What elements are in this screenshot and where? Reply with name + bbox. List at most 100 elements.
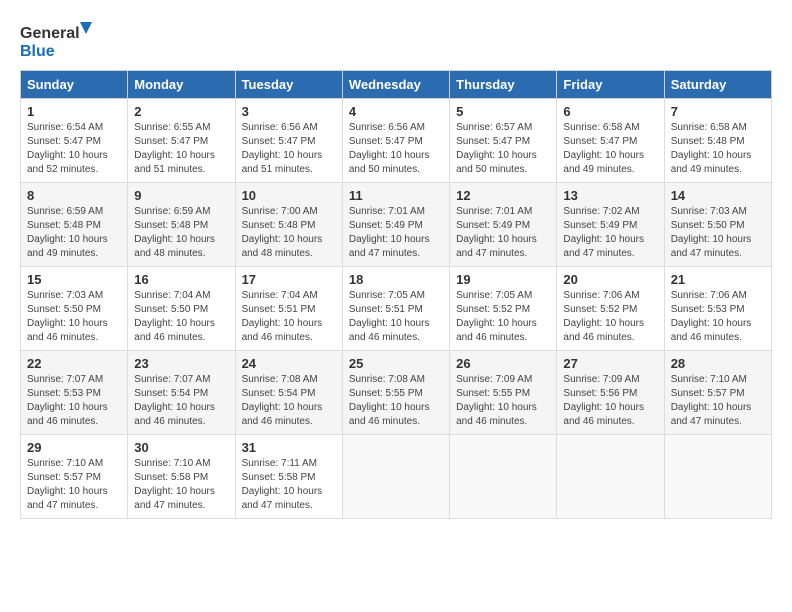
week-row-4: 22Sunrise: 7:07 AM Sunset: 5:53 PM Dayli… <box>21 351 772 435</box>
cell-content: Sunrise: 7:10 AM Sunset: 5:58 PM Dayligh… <box>134 457 228 513</box>
weekday-header-wednesday: Wednesday <box>342 71 449 99</box>
cell-content: Sunrise: 7:01 AM Sunset: 5:49 PM Dayligh… <box>456 205 550 261</box>
week-row-2: 8 Sunrise: 6:59 AM Sunset: 5:48 PM Daylig… <box>21 183 772 267</box>
cell-content: Sunrise: 7:07 AM Sunset: 5:53 PM Dayligh… <box>27 373 121 429</box>
day-number: 16 <box>134 272 228 287</box>
week-row-5: 29 Sunrise: 7:10 AM Sunset: 5:57 PM Dayli… <box>21 435 772 519</box>
calendar-cell: 17 Sunrise: 7:04 AM Sunset: 5:51 PM Dayli… <box>235 267 342 351</box>
day-number: 26 <box>456 356 550 371</box>
day-number: 31 <box>242 440 336 455</box>
day-number: 24 <box>242 356 336 371</box>
cell-content: Sunrise: 7:05 AM Sunset: 5:52 PM Dayligh… <box>456 289 550 345</box>
day-number: 2 <box>134 104 228 119</box>
calendar-cell: 13 Sunrise: 7:02 AM Sunset: 5:49 PM Dayli… <box>557 183 664 267</box>
weekday-header-friday: Friday <box>557 71 664 99</box>
calendar-cell: 16 Sunrise: 7:04 AM Sunset: 5:50 PM Dayli… <box>128 267 235 351</box>
day-number: 27 <box>563 356 657 371</box>
day-number: 21 <box>671 272 765 287</box>
day-number: 18 <box>349 272 443 287</box>
calendar-cell: 28 Sunrise: 7:10 AM Sunset: 5:57 PM Dayli… <box>664 351 771 435</box>
day-number: 4 <box>349 104 443 119</box>
calendar-cell: 26 Sunrise: 7:09 AM Sunset: 5:55 PM Dayli… <box>450 351 557 435</box>
day-number: 10 <box>242 188 336 203</box>
weekday-header-saturday: Saturday <box>664 71 771 99</box>
calendar-cell <box>342 435 449 519</box>
cell-content: Sunrise: 6:59 AM Sunset: 5:48 PM Dayligh… <box>27 205 121 261</box>
cell-content: Sunrise: 6:58 AM Sunset: 5:47 PM Dayligh… <box>563 121 657 177</box>
calendar-cell: 8 Sunrise: 6:59 AM Sunset: 5:48 PM Daylig… <box>21 183 128 267</box>
cell-content: Sunrise: 6:54 AM Sunset: 5:47 PM Dayligh… <box>27 121 121 177</box>
cell-content: Sunrise: 7:10 AM Sunset: 5:57 PM Dayligh… <box>27 457 121 513</box>
day-number: 6 <box>563 104 657 119</box>
week-row-3: 15 Sunrise: 7:03 AM Sunset: 5:50 PM Dayli… <box>21 267 772 351</box>
calendar-cell: 25 Sunrise: 7:08 AM Sunset: 5:55 PM Dayli… <box>342 351 449 435</box>
day-number: 12 <box>456 188 550 203</box>
day-number: 28 <box>671 356 765 371</box>
cell-content: Sunrise: 6:57 AM Sunset: 5:47 PM Dayligh… <box>456 121 550 177</box>
weekday-header-sunday: Sunday <box>21 71 128 99</box>
calendar-cell: 19 Sunrise: 7:05 AM Sunset: 5:52 PM Dayli… <box>450 267 557 351</box>
cell-content: Sunrise: 7:11 AM Sunset: 5:58 PM Dayligh… <box>242 457 336 513</box>
cell-content: Sunrise: 7:02 AM Sunset: 5:49 PM Dayligh… <box>563 205 657 261</box>
cell-content: Sunrise: 6:56 AM Sunset: 5:47 PM Dayligh… <box>349 121 443 177</box>
calendar-cell: 24Sunrise: 7:08 AM Sunset: 5:54 PM Dayli… <box>235 351 342 435</box>
cell-content: Sunrise: 7:07 AM Sunset: 5:54 PM Dayligh… <box>134 373 228 429</box>
calendar-cell: 18Sunrise: 7:05 AM Sunset: 5:51 PM Dayli… <box>342 267 449 351</box>
day-number: 25 <box>349 356 443 371</box>
calendar-cell: 11Sunrise: 7:01 AM Sunset: 5:49 PM Dayli… <box>342 183 449 267</box>
weekday-header-monday: Monday <box>128 71 235 99</box>
day-number: 30 <box>134 440 228 455</box>
cell-content: Sunrise: 7:04 AM Sunset: 5:50 PM Dayligh… <box>134 289 228 345</box>
logo: GeneralBlue <box>20 20 100 60</box>
cell-content: Sunrise: 7:00 AM Sunset: 5:48 PM Dayligh… <box>242 205 336 261</box>
svg-text:Blue: Blue <box>20 43 55 60</box>
week-row-1: 1 Sunrise: 6:54 AM Sunset: 5:47 PM Daylig… <box>21 99 772 183</box>
day-number: 17 <box>242 272 336 287</box>
cell-content: Sunrise: 7:03 AM Sunset: 5:50 PM Dayligh… <box>27 289 121 345</box>
calendar-cell: 6 Sunrise: 6:58 AM Sunset: 5:47 PM Daylig… <box>557 99 664 183</box>
day-number: 15 <box>27 272 121 287</box>
cell-content: Sunrise: 7:10 AM Sunset: 5:57 PM Dayligh… <box>671 373 765 429</box>
cell-content: Sunrise: 6:58 AM Sunset: 5:48 PM Dayligh… <box>671 121 765 177</box>
calendar-cell <box>557 435 664 519</box>
calendar-table: SundayMondayTuesdayWednesdayThursdayFrid… <box>20 70 772 519</box>
cell-content: Sunrise: 7:09 AM Sunset: 5:55 PM Dayligh… <box>456 373 550 429</box>
calendar-cell: 2 Sunrise: 6:55 AM Sunset: 5:47 PM Daylig… <box>128 99 235 183</box>
calendar-cell: 30 Sunrise: 7:10 AM Sunset: 5:58 PM Dayli… <box>128 435 235 519</box>
day-number: 14 <box>671 188 765 203</box>
cell-content: Sunrise: 7:08 AM Sunset: 5:55 PM Dayligh… <box>349 373 443 429</box>
calendar-cell: 29 Sunrise: 7:10 AM Sunset: 5:57 PM Dayli… <box>21 435 128 519</box>
day-number: 23 <box>134 356 228 371</box>
cell-content: Sunrise: 6:55 AM Sunset: 5:47 PM Dayligh… <box>134 121 228 177</box>
cell-content: Sunrise: 7:03 AM Sunset: 5:50 PM Dayligh… <box>671 205 765 261</box>
calendar-cell: 10 Sunrise: 7:00 AM Sunset: 5:48 PM Dayli… <box>235 183 342 267</box>
day-number: 20 <box>563 272 657 287</box>
calendar-cell: 1 Sunrise: 6:54 AM Sunset: 5:47 PM Daylig… <box>21 99 128 183</box>
calendar-cell: 9Sunrise: 6:59 AM Sunset: 5:48 PM Daylig… <box>128 183 235 267</box>
cell-content: Sunrise: 7:04 AM Sunset: 5:51 PM Dayligh… <box>242 289 336 345</box>
calendar-cell: 3 Sunrise: 6:56 AM Sunset: 5:47 PM Daylig… <box>235 99 342 183</box>
day-number: 29 <box>27 440 121 455</box>
svg-text:General: General <box>20 25 80 42</box>
calendar-cell <box>664 435 771 519</box>
day-number: 3 <box>242 104 336 119</box>
day-number: 19 <box>456 272 550 287</box>
day-number: 8 <box>27 188 121 203</box>
cell-content: Sunrise: 6:56 AM Sunset: 5:47 PM Dayligh… <box>242 121 336 177</box>
cell-content: Sunrise: 7:06 AM Sunset: 5:52 PM Dayligh… <box>563 289 657 345</box>
calendar-cell: 21Sunrise: 7:06 AM Sunset: 5:53 PM Dayli… <box>664 267 771 351</box>
day-number: 1 <box>27 104 121 119</box>
calendar-cell: 27 Sunrise: 7:09 AM Sunset: 5:56 PM Dayli… <box>557 351 664 435</box>
day-number: 13 <box>563 188 657 203</box>
header: GeneralBlue <box>20 20 772 60</box>
calendar-cell: 7 Sunrise: 6:58 AM Sunset: 5:48 PM Daylig… <box>664 99 771 183</box>
calendar-cell: 12 Sunrise: 7:01 AM Sunset: 5:49 PM Dayli… <box>450 183 557 267</box>
day-number: 11 <box>349 188 443 203</box>
calendar-cell: 20 Sunrise: 7:06 AM Sunset: 5:52 PM Dayli… <box>557 267 664 351</box>
calendar-cell: 4 Sunrise: 6:56 AM Sunset: 5:47 PM Daylig… <box>342 99 449 183</box>
calendar-cell: 23 Sunrise: 7:07 AM Sunset: 5:54 PM Dayli… <box>128 351 235 435</box>
calendar-cell: 31 Sunrise: 7:11 AM Sunset: 5:58 PM Dayli… <box>235 435 342 519</box>
calendar-cell: 15 Sunrise: 7:03 AM Sunset: 5:50 PM Dayli… <box>21 267 128 351</box>
cell-content: Sunrise: 7:09 AM Sunset: 5:56 PM Dayligh… <box>563 373 657 429</box>
day-number: 7 <box>671 104 765 119</box>
